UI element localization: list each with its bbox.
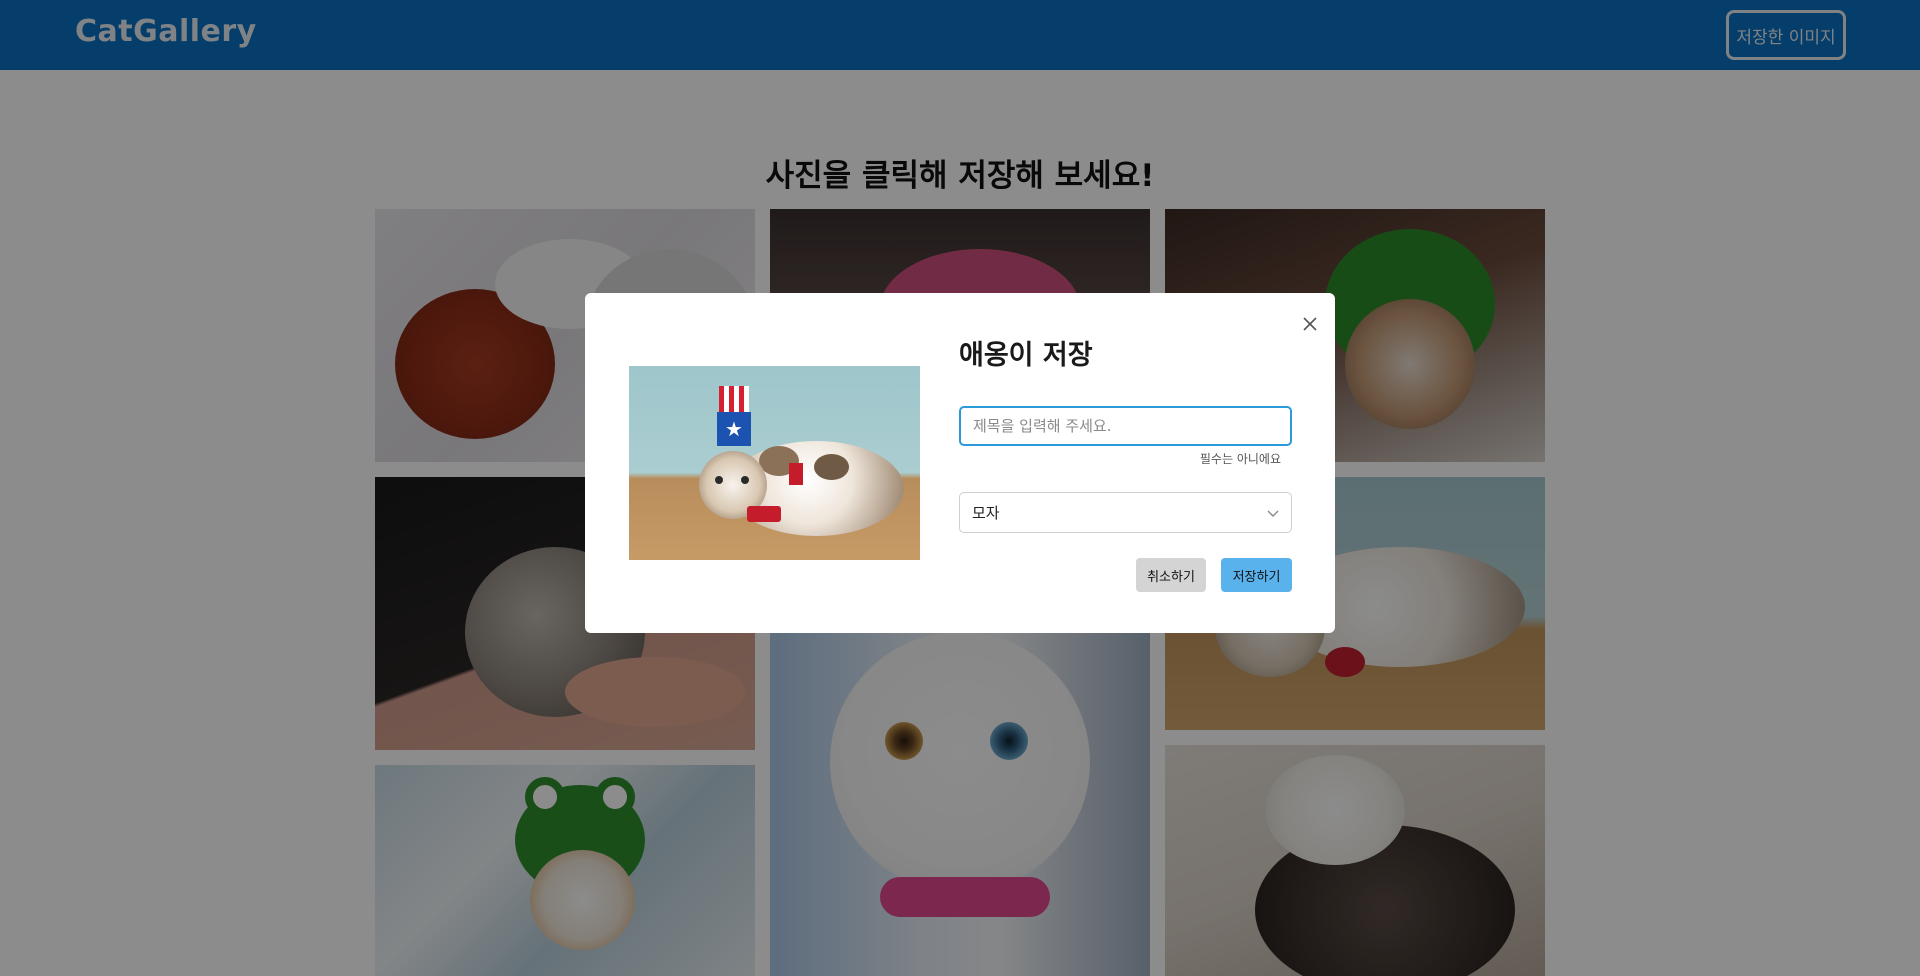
category-select[interactable]: 모자 — [959, 492, 1292, 533]
selected-cat-photo: ★ — [629, 366, 920, 560]
save-cat-modal: ★ 애옹이 저장 필수는 아니에요 모자 취소하기 저장하기 — [585, 293, 1335, 633]
chevron-down-icon — [1267, 504, 1279, 522]
save-button[interactable]: 저장하기 — [1221, 558, 1292, 592]
close-icon[interactable] — [1297, 311, 1323, 337]
modal-title: 애옹이 저장 — [959, 340, 1093, 371]
cancel-button[interactable]: 취소하기 — [1136, 558, 1206, 592]
title-input[interactable] — [959, 406, 1292, 446]
optional-hint: 필수는 아니에요 — [1199, 452, 1281, 466]
category-select-value: 모자 — [972, 504, 1000, 522]
